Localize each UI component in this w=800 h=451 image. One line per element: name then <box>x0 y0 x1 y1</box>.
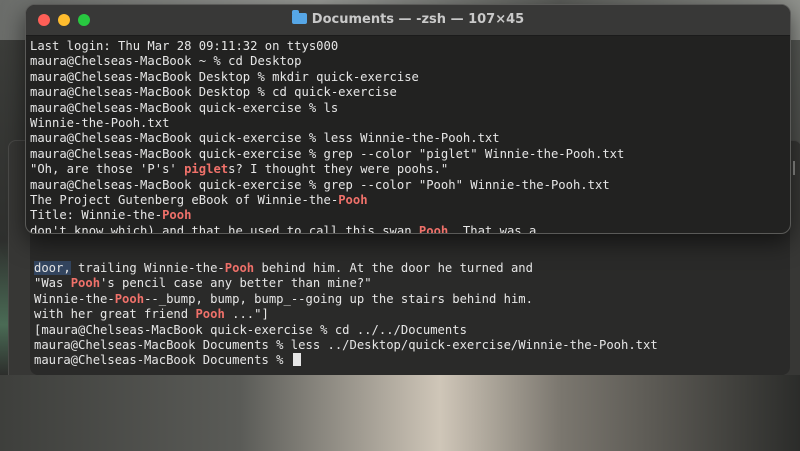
background-terminal-output: door, trailing Winnie-the-Pooh behind hi… <box>34 261 658 369</box>
terminal-line: door, trailing Winnie-the-Pooh behind hi… <box>34 261 658 276</box>
match-highlight: Pooh <box>418 223 449 234</box>
line-text: maura@Chelseas-MacBook ~ % cd Desktop <box>30 54 302 69</box>
window-edge-mark <box>793 161 795 175</box>
line-text: [maura@Chelseas-MacBook quick-exercise %… <box>34 322 467 337</box>
match-highlight: Pooh <box>195 307 225 322</box>
window-title-container: Documents — -zsh — 107×45 <box>26 10 790 27</box>
match-highlight: Pooh <box>224 261 255 275</box>
terminal-line: maura@Chelseas-MacBook quick-exercise % … <box>30 131 624 146</box>
terminal-line: maura@Chelseas-MacBook Desktop % cd quic… <box>30 85 624 100</box>
match-highlight: Pooh <box>338 192 368 207</box>
terminal-line: Winnie-the-Pooh.txt <box>30 116 624 131</box>
line-text: maura@Chelseas-MacBook Documents % less … <box>34 337 658 352</box>
selected-text: door, <box>34 261 71 275</box>
line-text: maura@Chelseas-MacBook quick-exercise % … <box>30 131 500 146</box>
terminal-line: Winnie-the-Pooh--_bump, bump, bump_--goi… <box>34 292 658 307</box>
line-text: Title: Winnie-the- <box>30 208 163 223</box>
terminal-output: Last login: Thu Mar 28 09:11:32 on ttys0… <box>30 39 624 234</box>
terminal-line: maura@Chelseas-MacBook Documents % less … <box>34 338 658 353</box>
match-highlight: Pooh <box>114 291 145 306</box>
terminal-line: maura@Chelseas-MacBook quick-exercise % … <box>30 178 624 193</box>
line-text: Last login: Thu Mar 28 09:11:32 on ttys0… <box>30 39 339 53</box>
line-text: The Project Gutenberg eBook of Winnie-th… <box>30 192 339 207</box>
line-text: maura@Chelseas-MacBook Documents % <box>34 353 291 368</box>
terminal-line: maura@Chelseas-MacBook quick-exercise % … <box>30 147 624 162</box>
line-text: Winnie-the-Pooh.txt <box>30 115 170 130</box>
terminal-line: "Was Pooh's pencil case any better than … <box>34 276 658 291</box>
desktop-background-bottom <box>0 375 800 451</box>
terminal-line: The Project Gutenberg eBook of Winnie-th… <box>30 193 624 208</box>
line-text: don't know which) and that he used to ca… <box>30 223 419 234</box>
line-text: with her great friend <box>34 307 196 322</box>
line-text: trailing Winnie-the- <box>70 261 225 275</box>
line-text: "Oh, are those 'P's' <box>30 162 185 177</box>
line-text: maura@Chelseas-MacBook quick-exercise % … <box>30 146 625 161</box>
terminal-line: Title: Winnie-the-Pooh <box>30 208 624 223</box>
line-text: behind him. At the door he turned and <box>254 261 533 275</box>
terminal-line: [maura@Chelseas-MacBook quick-exercise %… <box>34 323 658 338</box>
terminal-line: don't know which) and that he used to ca… <box>30 223 624 234</box>
terminal-line: Last login: Thu Mar 28 09:11:32 on ttys0… <box>30 39 624 54</box>
line-text: "Was <box>34 276 71 291</box>
match-highlight: Pooh <box>162 208 192 223</box>
terminal-window[interactable]: Documents — -zsh — 107×45 Last login: Th… <box>25 4 791 234</box>
folder-icon <box>291 10 307 24</box>
terminal-line: maura@Chelseas-MacBook Documents % <box>34 353 658 368</box>
line-text: ..."] <box>224 307 269 322</box>
line-text: maura@Chelseas-MacBook Desktop % mkdir q… <box>30 69 419 84</box>
terminal-line: maura@Chelseas-MacBook quick-exercise % … <box>30 101 624 116</box>
match-highlight: Pooh <box>70 276 101 291</box>
line-text: Winnie-the- <box>34 291 115 306</box>
line-text: s? I thought they were poohs." <box>228 162 449 177</box>
terminal-line: maura@Chelseas-MacBook Desktop % mkdir q… <box>30 70 624 85</box>
line-text: maura@Chelseas-MacBook quick-exercise % … <box>30 100 339 115</box>
line-text: --_bump, bump, bump_--going up the stair… <box>144 291 533 306</box>
line-text: 's pencil case any better than mine?" <box>100 276 372 291</box>
line-text: maura@Chelseas-MacBook Desktop % cd quic… <box>30 85 397 100</box>
text-cursor[interactable] <box>292 353 301 367</box>
title-bar[interactable]: Documents — -zsh — 107×45 <box>26 5 790 36</box>
terminal-line: "Oh, are those 'P's' piglets? I thought … <box>30 162 624 177</box>
line-text: maura@Chelseas-MacBook quick-exercise % … <box>30 177 610 192</box>
terminal-line: maura@Chelseas-MacBook ~ % cd Desktop <box>30 54 624 69</box>
window-title: Documents — -zsh — 107×45 <box>311 12 525 27</box>
match-highlight: piglet <box>184 162 229 177</box>
terminal-line: with her great friend Pooh ..."] <box>34 307 658 322</box>
line-text: . That was a <box>448 223 537 234</box>
